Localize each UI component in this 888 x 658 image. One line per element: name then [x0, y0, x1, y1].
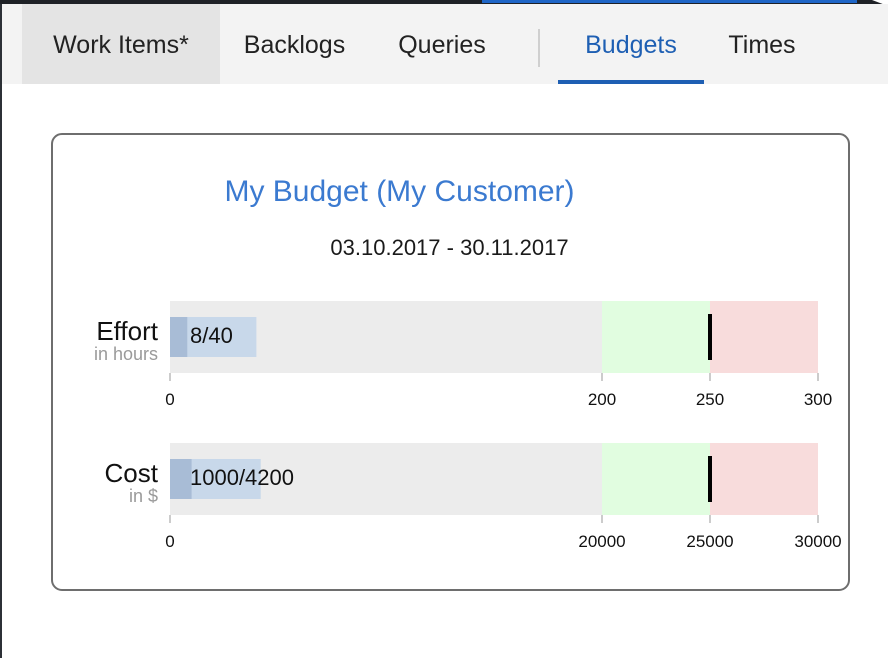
budget-date-range: 03.10.2017 - 30.11.2017 [330, 235, 569, 260]
tick-label: 0 [165, 532, 174, 551]
tab-times[interactable]: Times [712, 4, 812, 84]
range-band-1 [602, 443, 710, 515]
tick-label: 30000 [794, 532, 841, 551]
bullet-value-label: 8/40 [190, 323, 233, 348]
tab-queries-label: Queries [398, 31, 486, 59]
tick-label: 0 [165, 390, 174, 409]
tick-label: 300 [804, 390, 832, 409]
bullet-value-label: 1000/4200 [190, 465, 294, 490]
tab-separator [538, 29, 540, 67]
tab-queries[interactable]: Queries [382, 4, 502, 84]
tab-backlogs[interactable]: Backlogs [227, 4, 362, 84]
tick-label: 20000 [578, 532, 625, 551]
tab-work-items[interactable]: Work Items* [22, 4, 220, 84]
effort-bullet-chart: 0 200 250 300 8/40 [165, 301, 838, 413]
bullet-chart-svg: 0 200 250 300 [165, 301, 832, 409]
accent-line [482, 0, 857, 3]
tick-label: 25000 [686, 532, 733, 551]
tab-bar: Work Items* Backlogs Queries Budgets Tim… [2, 4, 888, 84]
cost-bullet-chart: 0 20000 25000 30000 1000/4200 [165, 443, 842, 555]
measure-bar-1 [170, 459, 192, 499]
cost-unit: in $ [128, 486, 158, 506]
effort-unit: in hours [93, 344, 158, 364]
tab-selected-indicator [558, 80, 704, 84]
tab-budgets-label: Budgets [585, 31, 677, 59]
measure-bar-1 [170, 317, 188, 357]
window-left-border [0, 4, 2, 658]
range-band-1 [602, 301, 710, 373]
target-marker [708, 314, 712, 360]
range-band-2 [710, 301, 818, 373]
range-band-2 [710, 443, 818, 515]
tab-times-label: Times [728, 31, 796, 59]
tick-label: 200 [588, 390, 616, 409]
tab-work-items-label: Work Items* [53, 31, 189, 59]
bullet-chart-svg: 0 20000 25000 30000 [165, 443, 842, 551]
tab-budgets[interactable]: Budgets [558, 4, 704, 84]
cost-label: Cost [104, 458, 158, 488]
budget-title: My Budget (My Customer) [224, 175, 575, 208]
effort-label: Effort [96, 316, 158, 346]
tick-label: 250 [696, 390, 724, 409]
tab-backlogs-label: Backlogs [243, 31, 346, 59]
target-marker [708, 456, 712, 502]
